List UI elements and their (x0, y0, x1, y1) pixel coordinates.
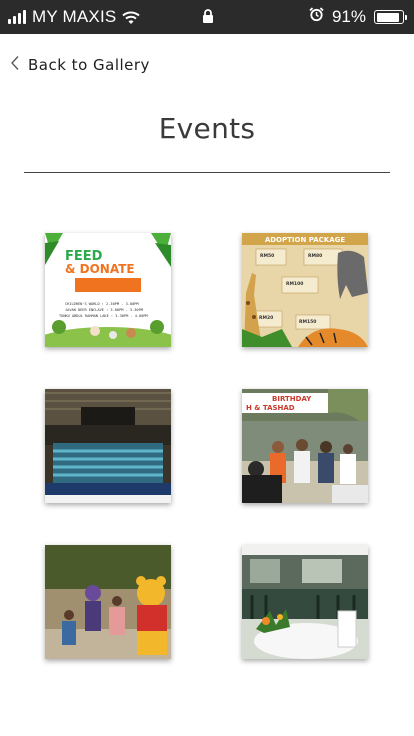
banquet-hall-photo (45, 389, 171, 503)
birthday-banner-line-1: BIRTHDAY (272, 395, 312, 403)
poster1-row-3: TUNKU ABDUL RAHMAN LAKE : 3.30PM - 4.00P… (59, 314, 149, 318)
event-thumbnail-adoption-package[interactable]: ADOPTION PACKAGE RM50 RM80 RM100 RM20 RM… (242, 233, 368, 347)
title-divider (24, 172, 390, 173)
status-right: 91% (309, 0, 407, 34)
mascot-party-photo (45, 545, 171, 659)
feed-donate-poster-image: FEED & DONATE CHILDREN'S WORLD : 2.30PM … (45, 233, 171, 347)
event-thumbnail-birthday-party[interactable]: BIRTHDAY H & TASHAD (242, 389, 368, 503)
back-to-gallery-link[interactable]: Back to Gallery (10, 52, 150, 78)
battery-level (376, 12, 400, 22)
event-thumbnail-mascot-party[interactable] (45, 545, 171, 659)
poster1-row-2: JAVAN DEER ENCLAVE : 3.00PM - 3.30PM (65, 308, 144, 312)
battery-percent: 91% (331, 7, 366, 26)
birthday-banner-line-2: H & TASHAD (246, 404, 295, 412)
poster1-row-1: CHILDREN'S WORLD : 2.30PM - 3.00PM (65, 302, 139, 306)
poster2-heading: ADOPTION PACKAGE (265, 236, 346, 244)
dining-hall-photo (242, 545, 368, 659)
battery-icon (374, 10, 407, 24)
alarm-icon (309, 7, 324, 27)
lock-icon (202, 9, 214, 29)
wifi-icon (122, 10, 141, 24)
back-label: Back to Gallery (28, 56, 150, 74)
chevron-left-icon (10, 55, 20, 75)
event-thumbnail-banquet-hall[interactable] (45, 389, 171, 503)
poster2-price-5: RM150 (299, 319, 316, 325)
carrier-name: MY MAXIS (32, 7, 117, 26)
signal-icon (8, 10, 26, 24)
poster2-price-2: RM80 (308, 253, 322, 259)
page-title: Events (158, 112, 256, 145)
poster1-heading-2: & DONATE (65, 262, 135, 276)
event-thumbnail-dining-hall[interactable] (242, 545, 368, 659)
poster2-price-4: RM20 (259, 315, 273, 321)
status-bar: MY MAXIS 91% (0, 0, 414, 34)
poster2-price-1: RM50 (260, 253, 274, 259)
birthday-party-photo: BIRTHDAY H & TASHAD (242, 389, 368, 503)
status-left: MY MAXIS (8, 0, 141, 34)
adoption-package-poster-image: ADOPTION PACKAGE RM50 RM80 RM100 RM20 RM… (242, 233, 368, 347)
event-thumbnail-feed-donate[interactable]: FEED & DONATE CHILDREN'S WORLD : 2.30PM … (45, 233, 171, 347)
poster2-price-3: RM100 (286, 281, 303, 287)
